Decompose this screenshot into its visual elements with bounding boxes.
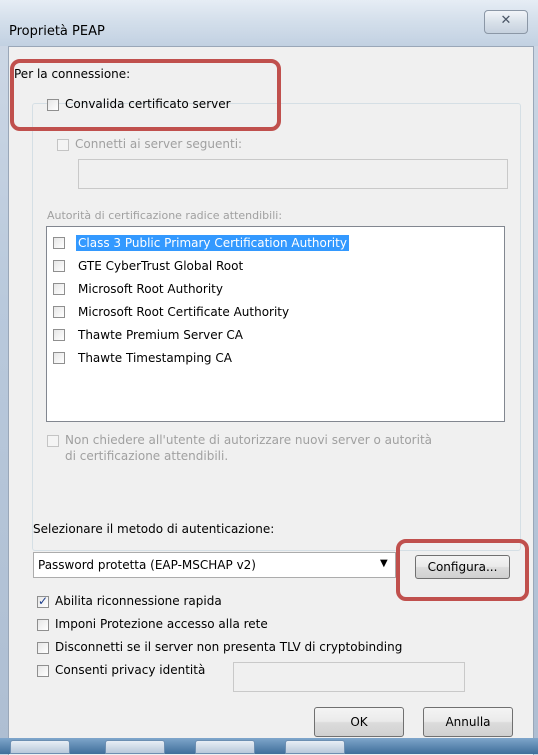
fast-reconnect-label: Abilita riconnessione rapida <box>55 594 222 608</box>
nap-checkbox[interactable] <box>37 619 49 631</box>
servers-field[interactable] <box>78 159 508 189</box>
title-bar[interactable]: Proprietà PEAP ✕ <box>0 0 538 46</box>
nap-label: Imponi Protezione accesso alla rete <box>55 617 268 631</box>
identity-privacy-checkbox[interactable] <box>37 665 49 677</box>
ca-item[interactable]: Thawte Premium Server CA <box>53 325 383 345</box>
close-button[interactable]: ✕ <box>484 10 528 34</box>
cancel-button[interactable]: Annulla <box>423 707 513 737</box>
ca-item-checkbox[interactable] <box>53 283 65 295</box>
chevron-down-icon: ▼ <box>380 558 388 569</box>
taskbar <box>0 738 538 754</box>
taskbar-button[interactable] <box>285 740 345 754</box>
taskbar-button[interactable] <box>10 740 70 754</box>
trusted-ca-list[interactable]: Class 3 Public Primary Certification Aut… <box>46 226 505 422</box>
connect-servers-checkbox[interactable] <box>57 139 69 151</box>
ok-button[interactable]: OK <box>314 707 404 737</box>
ca-item[interactable]: Class 3 Public Primary Certification Aut… <box>53 233 383 253</box>
annotation-highlight <box>396 539 529 601</box>
ca-item-checkbox[interactable] <box>53 306 65 318</box>
identity-privacy-field[interactable] <box>233 662 465 692</box>
taskbar-button[interactable] <box>195 740 255 754</box>
ca-item-checkbox[interactable] <box>53 260 65 272</box>
ca-item-label: Class 3 Public Primary Certification Aut… <box>76 235 349 251</box>
trusted-ca-label: Autorità di certificazione radice attend… <box>47 209 283 222</box>
ca-item[interactable]: Microsoft Root Certificate Authority <box>53 302 383 322</box>
ca-item-label: Microsoft Root Authority <box>78 282 223 296</box>
connect-servers-label: Connetti ai server seguenti: <box>75 137 243 151</box>
auth-method-label: Selezionare il metodo di autenticazione: <box>33 522 275 536</box>
close-icon: ✕ <box>500 13 512 28</box>
ca-item-label: Thawte Timestamping CA <box>78 351 232 365</box>
taskbar-button[interactable] <box>105 740 165 754</box>
ca-item-label: GTE CyberTrust Global Root <box>78 259 244 273</box>
auth-method-value: Password protetta (EAP-MSCHAP v2) <box>38 558 256 572</box>
ca-item-checkbox[interactable] <box>53 237 65 249</box>
no-prompt-checkbox[interactable] <box>47 435 59 447</box>
fast-reconnect-checkbox[interactable] <box>37 594 49 608</box>
ca-item[interactable]: Thawte Timestamping CA <box>53 348 383 368</box>
ca-item[interactable]: GTE CyberTrust Global Root <box>53 256 383 276</box>
no-prompt-label-line2: di certificazione attendibili. <box>65 449 229 463</box>
cryptobinding-label: Disconnetti se il server non presenta TL… <box>55 640 403 654</box>
window-title: Proprietà PEAP <box>9 24 105 39</box>
auth-method-select[interactable]: Password protetta (EAP-MSCHAP v2) ▼ <box>33 552 396 578</box>
peap-properties-window: Proprietà PEAP ✕ Per la connessione: Con… <box>0 0 538 755</box>
annotation-highlight <box>10 59 281 131</box>
ca-item-checkbox[interactable] <box>53 352 65 364</box>
ca-item-label: Microsoft Root Certificate Authority <box>78 305 290 319</box>
cryptobinding-checkbox[interactable] <box>37 642 49 654</box>
ca-item-checkbox[interactable] <box>53 329 65 341</box>
identity-privacy-label: Consenti privacy identità <box>55 663 206 677</box>
ca-item[interactable]: Microsoft Root Authority <box>53 279 383 299</box>
ca-item-label: Thawte Premium Server CA <box>78 328 243 342</box>
dialog-client-area: Per la connessione: Convalida certificat… <box>8 46 534 755</box>
no-prompt-label-line1: Non chiedere all'utente di autorizzare n… <box>65 433 432 447</box>
